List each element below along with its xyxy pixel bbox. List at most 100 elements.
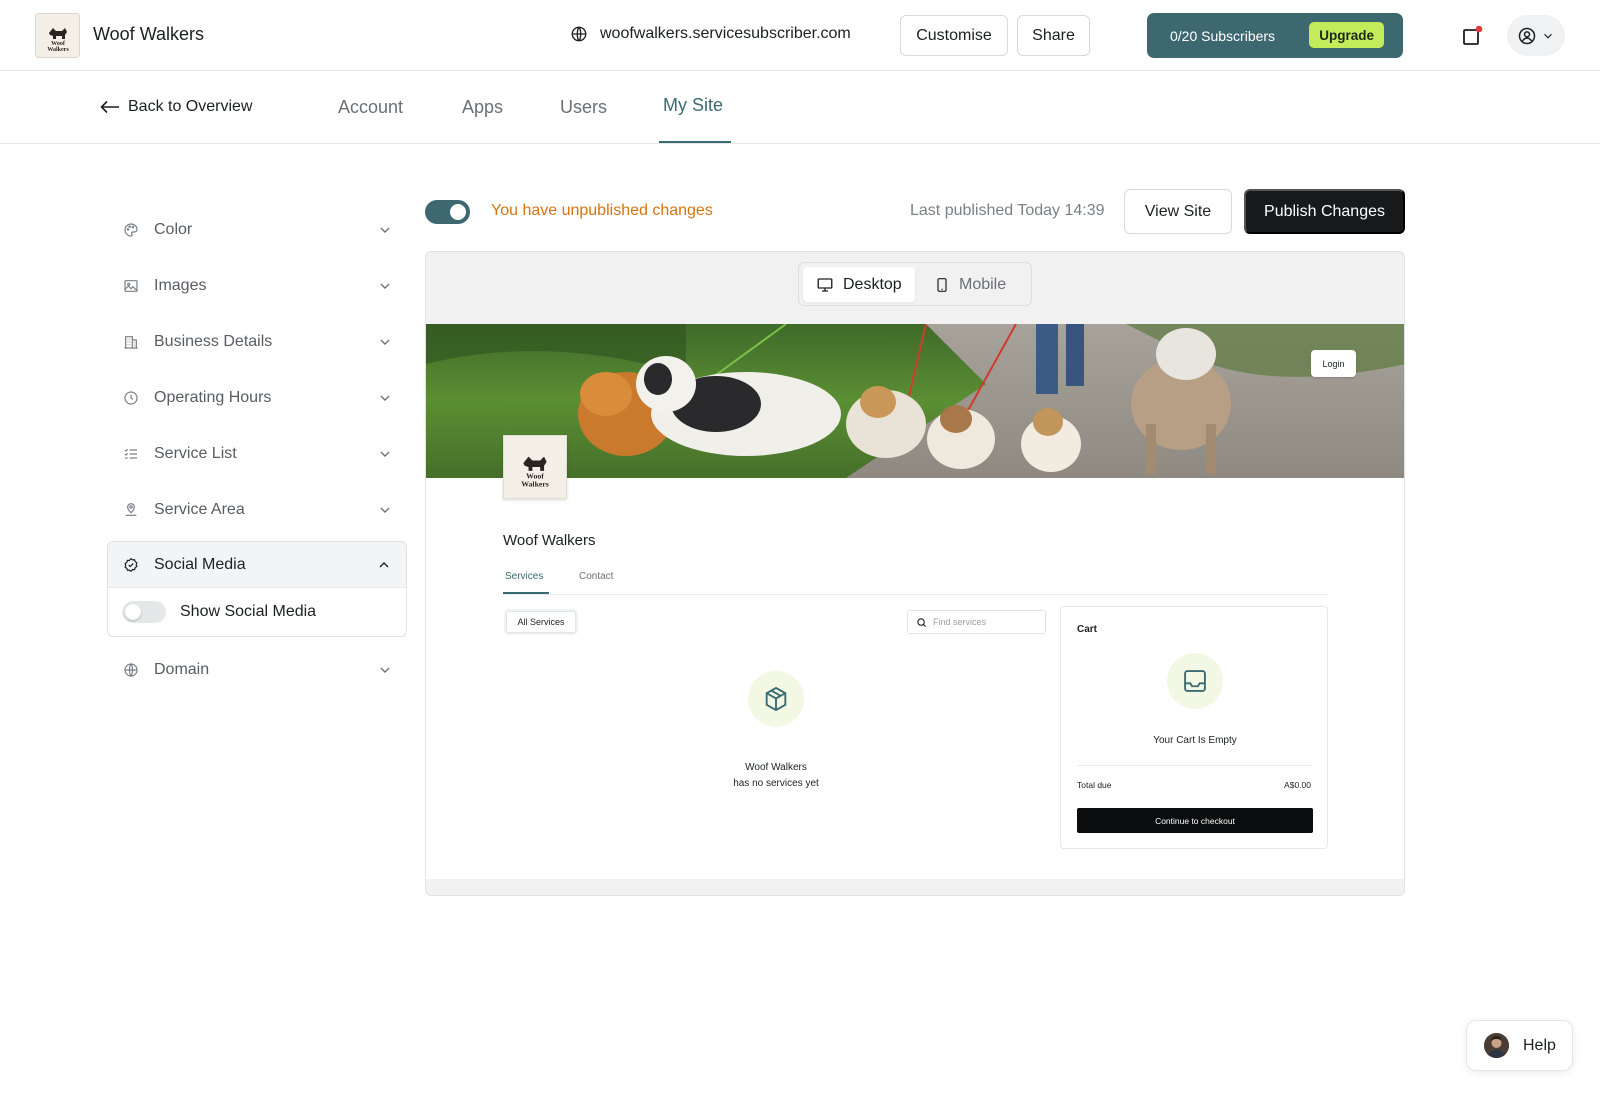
search-icon (917, 617, 927, 627)
no-services-message: Woof Walkers has no services yet (706, 760, 846, 792)
sidebar-item-service-area[interactable]: Service Area (108, 487, 407, 533)
chevron-down-icon (380, 283, 390, 289)
hero-banner-image: Login (426, 324, 1404, 478)
subscriber-count: 0/20 Subscribers (1170, 27, 1276, 44)
sidebar-item-social-media: Social Media Show Social Media (107, 541, 407, 637)
user-circle-icon (1518, 27, 1536, 44)
tab-users[interactable]: Users (560, 97, 607, 118)
social-media-settings: Show Social Media (108, 588, 406, 636)
total-due-label: Total due (1077, 780, 1112, 790)
monitor-icon (817, 277, 833, 292)
chevron-down-icon (380, 339, 390, 345)
continue-to-checkout-button[interactable]: Continue to checkout (1077, 808, 1313, 833)
clock-icon (122, 389, 140, 407)
chevron-down-icon (380, 451, 390, 457)
chevron-down-icon (380, 667, 390, 673)
share-button[interactable]: Share (1017, 15, 1090, 56)
list-icon (122, 445, 140, 463)
image-icon (122, 277, 140, 295)
site-tab-contact[interactable]: Contact (579, 571, 613, 582)
help-button[interactable]: Help (1466, 1020, 1573, 1071)
desktop-view-button[interactable]: Desktop (803, 267, 915, 302)
cart-panel: Cart Your Cart Is Empty Total due A$0.00… (1060, 606, 1328, 849)
site-tabs-divider (503, 594, 1328, 595)
site-business-name: Woof Walkers (503, 532, 596, 549)
domain-text: woofwalkers.servicesubscriber.com (600, 25, 851, 42)
last-published-text: Last published Today 14:39 (910, 202, 1105, 219)
sidebar-item-images[interactable]: Images (108, 263, 407, 309)
sidebar-item-label: Service List (154, 445, 237, 462)
sidebar-item-business-details[interactable]: Business Details (108, 319, 407, 365)
customise-button[interactable]: Customise (900, 15, 1008, 56)
sidebar-item-service-list[interactable]: Service List (108, 431, 407, 477)
top-bar: Woof Walkers Woof Walkers woofwalkers.se… (0, 0, 1600, 71)
total-due-value: A$0.00 (1284, 780, 1311, 790)
site-domain[interactable]: woofwalkers.servicesubscriber.com (570, 25, 851, 43)
logo-text-line2: Walkers (47, 47, 69, 53)
sidebar-item-color[interactable]: Color (108, 207, 407, 253)
brand-name: Woof Walkers (93, 24, 205, 44)
inbox-icon (1167, 653, 1223, 709)
preview-toggle[interactable] (425, 200, 470, 224)
chevron-down-icon (380, 227, 390, 233)
back-to-overview-link[interactable]: Back to Overview (100, 98, 252, 116)
show-social-media-toggle[interactable] (122, 601, 166, 623)
site-preview: Login Woof Walkers Woof Walkers Services… (426, 324, 1404, 879)
active-tab-indicator (659, 141, 731, 143)
map-pin-icon (122, 501, 140, 519)
globe-icon (571, 26, 587, 42)
notification-bell-icon (1463, 25, 1483, 45)
help-label: Help (1523, 1036, 1556, 1054)
sidebar-item-label: Service Area (154, 501, 245, 518)
chevron-down-icon (380, 395, 390, 401)
all-services-filter[interactable]: All Services (506, 611, 576, 633)
mobile-label: Mobile (959, 275, 1007, 293)
site-preview-panel: Desktop Mobile Login Woof Walkers Woof W… (425, 251, 1405, 896)
device-switcher: Desktop Mobile (798, 262, 1032, 306)
site-login-button[interactable]: Login (1311, 350, 1356, 377)
site-logo: Woof Walkers (503, 435, 567, 499)
upgrade-button[interactable]: Upgrade (1309, 22, 1384, 48)
cart-divider (1077, 765, 1313, 766)
subscription-panel: 0/20 Subscribers Upgrade (1147, 13, 1403, 58)
palette-icon (122, 221, 140, 239)
sidebar-item-label: Business Details (154, 333, 273, 350)
chevron-down-icon (1544, 33, 1552, 39)
mobile-view-button[interactable]: Mobile (921, 267, 1019, 302)
support-avatar (1484, 1033, 1509, 1058)
tab-account[interactable]: Account (338, 97, 403, 118)
sidebar-item-label: Operating Hours (154, 389, 272, 406)
arrow-left-icon (100, 100, 119, 114)
site-tab-services[interactable]: Services (505, 571, 543, 582)
view-site-button[interactable]: View Site (1124, 189, 1232, 234)
social-media-header[interactable]: Social Media (108, 542, 406, 588)
no-services-line2: has no services yet (733, 778, 819, 789)
unpublished-changes-notice: You have unpublished changes (491, 202, 713, 219)
site-active-tab-indicator (503, 592, 549, 594)
dog-logo-icon: Woof Walkers (521, 456, 549, 488)
sidebar-item-domain[interactable]: Domain (108, 647, 407, 693)
tab-apps[interactable]: Apps (462, 97, 503, 118)
brand-logo[interactable]: Woof Walkers (35, 13, 80, 58)
desktop-label: Desktop (843, 275, 902, 293)
notifications-button[interactable] (1460, 24, 1484, 48)
user-menu-button[interactable] (1507, 15, 1565, 56)
badge-check-icon (122, 556, 140, 574)
no-services-line1: Woof Walkers (745, 762, 807, 773)
box-icon (748, 671, 804, 727)
tab-my-site[interactable]: My Site (663, 95, 723, 116)
page-nav: Back to Overview Account Apps Users My S… (0, 71, 1600, 144)
cart-empty-text: Your Cart Is Empty (1153, 735, 1237, 746)
sidebar-item-operating-hours[interactable]: Operating Hours (108, 375, 407, 421)
find-services-input[interactable]: Find services (907, 610, 1046, 634)
publish-changes-button[interactable]: Publish Changes (1244, 189, 1405, 234)
show-social-media-label: Show Social Media (180, 603, 317, 620)
sidebar-item-label: Images (154, 277, 207, 294)
smartphone-icon (937, 277, 947, 292)
chevron-down-icon (380, 507, 390, 513)
sidebar-item-label: Domain (154, 661, 210, 678)
cart-title: Cart (1077, 624, 1098, 635)
chevron-up-icon (379, 561, 389, 567)
sidebar-item-label: Social Media (154, 555, 246, 573)
search-placeholder: Find services (933, 617, 987, 627)
